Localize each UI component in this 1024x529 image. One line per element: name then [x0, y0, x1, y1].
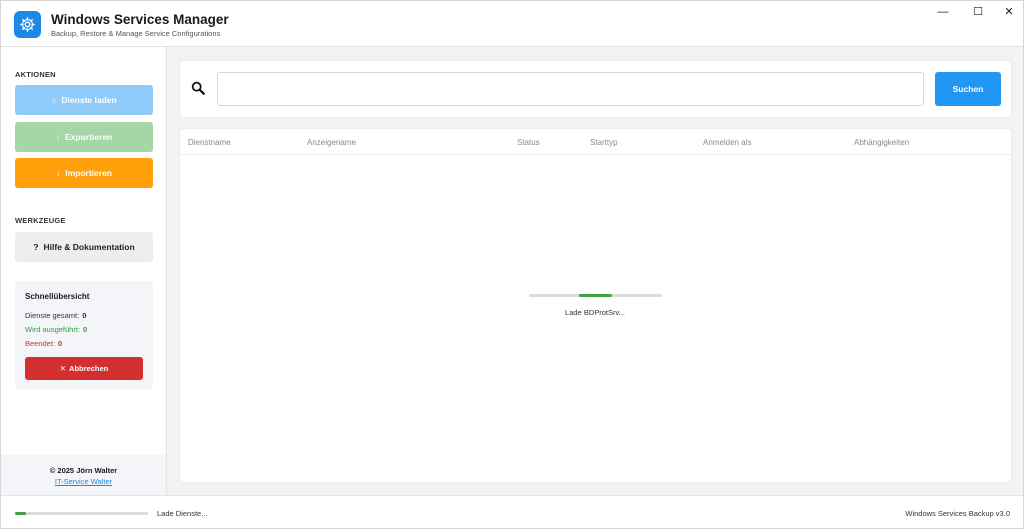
gear-icon: [20, 17, 35, 32]
summary-total-label: Dienste gesamt:: [25, 311, 80, 320]
download-icon: ↓: [55, 168, 61, 178]
load-services-button[interactable]: ○ Dienste laden: [15, 85, 153, 115]
summary-stopped-label: Beendet:: [25, 339, 56, 348]
export-button[interactable]: ↑ Exportieren: [15, 122, 153, 152]
table-loading-progress-fill: [578, 294, 613, 297]
summary-stopped: Beendet: 0: [25, 339, 62, 348]
column-header-log-on-as[interactable]: Anmelden als: [703, 138, 751, 147]
table-loading-progress: [529, 294, 662, 297]
summary-running: Wird ausgeführt: 0: [25, 325, 87, 334]
import-label: Importieren: [65, 168, 112, 178]
summary-running-label: Wird ausgeführt:: [25, 325, 81, 334]
actions-section-title: AKTIONEN: [15, 70, 56, 79]
app-window: Windows Services Manager Backup, Restore…: [0, 0, 1024, 529]
minimize-button[interactable]: —: [933, 5, 953, 19]
status-progress: [15, 512, 148, 515]
cancel-button[interactable]: ✕ Abbrechen: [25, 357, 143, 380]
close-button[interactable]: ✕: [999, 5, 1019, 19]
summary-running-value: 0: [83, 325, 88, 334]
summary-total-value: 0: [82, 311, 87, 320]
quick-summary-panel: Schnellübersicht Dienste gesamt: 0 Wird a…: [15, 281, 153, 389]
cancel-label: Abbrechen: [69, 364, 109, 373]
summary-total: Dienste gesamt: 0: [25, 311, 86, 320]
maximize-button[interactable]: ☐: [968, 5, 988, 19]
app-logo: [14, 11, 41, 38]
search-panel: Suchen: [180, 61, 1011, 117]
help-label: Hilfe & Dokumentation: [43, 242, 135, 252]
column-header-display-name[interactable]: Anzeigename: [307, 138, 356, 147]
export-label: Exportieren: [65, 132, 113, 142]
search-input[interactable]: [217, 72, 924, 106]
summary-title: Schnellübersicht: [25, 292, 90, 301]
table-header: Dienstname Anzeigename Status Starttyp A…: [180, 129, 1011, 155]
load-services-label: Dienste laden: [61, 95, 117, 105]
status-text: Lade Dienste...: [157, 509, 208, 518]
search-icon: [191, 81, 205, 95]
status-bar: Lade Dienste... Windows Services Backup …: [1, 495, 1023, 528]
app-title: Windows Services Manager: [51, 12, 229, 27]
upload-icon: ↑: [55, 132, 60, 142]
app-subtitle: Backup, Restore & Manage Service Configu…: [51, 29, 221, 38]
column-header-start-type[interactable]: Starttyp: [590, 138, 618, 147]
column-header-status[interactable]: Status: [517, 138, 540, 147]
import-button[interactable]: ↓ Importieren: [15, 158, 153, 188]
help-button[interactable]: ? Hilfe & Dokumentation: [15, 232, 153, 262]
it-service-link[interactable]: IT-Service Walter: [1, 477, 166, 486]
services-table: Dienstname Anzeigename Status Starttyp A…: [180, 129, 1011, 482]
title-bar: Windows Services Manager Backup, Restore…: [1, 1, 1023, 47]
summary-stopped-value: 0: [58, 339, 63, 348]
question-icon: ?: [33, 242, 39, 252]
sidebar-footer: © 2025 Jörn Walter IT-Service Walter: [1, 455, 166, 495]
status-progress-fill: [15, 512, 26, 515]
refresh-icon: ○: [51, 95, 57, 105]
column-header-dependencies[interactable]: Abhängigkeiten: [854, 138, 909, 147]
tools-section-title: WERKZEUGE: [15, 216, 66, 225]
close-icon: ✕: [59, 364, 67, 373]
version-text: Windows Services Backup v3.0: [905, 509, 1010, 518]
column-header-service-name[interactable]: Dienstname: [188, 138, 231, 147]
copyright-text: © 2025 Jörn Walter: [49, 466, 118, 475]
table-loading-text: Lade BDProtSrv...: [565, 308, 625, 317]
sidebar: AKTIONEN ○ Dienste laden ↑ Exportieren ↓…: [1, 47, 167, 495]
search-button[interactable]: Suchen: [935, 72, 1001, 106]
